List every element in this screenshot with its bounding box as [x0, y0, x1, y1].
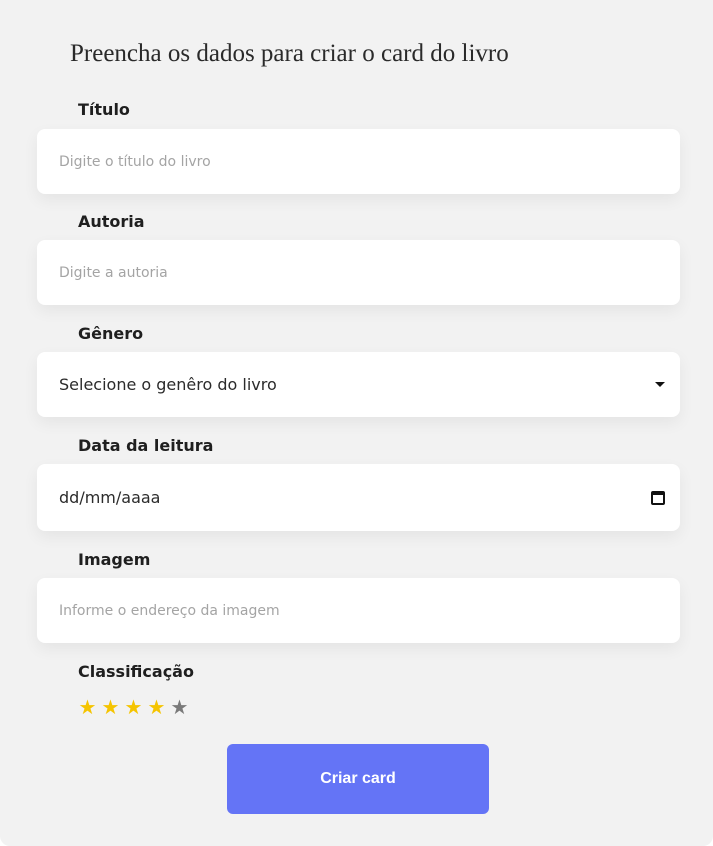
titulo-placeholder: Digite o título do livro	[59, 153, 211, 170]
calendar-icon[interactable]	[651, 490, 665, 505]
genero-select[interactable]: Selecione o genêro do livro	[37, 352, 680, 417]
imagem-placeholder: Informe o endereço da imagem	[59, 602, 280, 619]
autoria-label: Autoria	[78, 212, 145, 231]
book-form-panel: Preencha os dados para criar o card do l…	[0, 0, 713, 846]
rating-stars[interactable]: ★ ★ ★ ★ ★	[78, 694, 189, 720]
data-leitura-value: dd/mm/aaaa	[59, 488, 161, 507]
chevron-down-icon[interactable]	[655, 382, 665, 387]
star-icon-2[interactable]: ★	[101, 694, 120, 720]
classificacao-label: Classificação	[78, 662, 194, 681]
titulo-input[interactable]: Digite o título do livro	[37, 129, 680, 194]
star-icon-5[interactable]: ★	[170, 694, 189, 720]
autoria-input[interactable]: Digite a autoria	[37, 240, 680, 305]
criar-card-button[interactable]: Criar card	[227, 744, 489, 814]
form-title: Preencha os dados para criar o card do l…	[70, 40, 509, 67]
star-icon-4[interactable]: ★	[147, 694, 166, 720]
titulo-label: Título	[78, 100, 130, 119]
star-icon-1[interactable]: ★	[78, 694, 97, 720]
imagem-label: Imagem	[78, 550, 151, 569]
imagem-input[interactable]: Informe o endereço da imagem	[37, 578, 680, 643]
genero-label: Gênero	[78, 324, 144, 343]
star-icon-3[interactable]: ★	[124, 694, 143, 720]
autoria-placeholder: Digite a autoria	[59, 264, 168, 281]
data-leitura-label: Data da leitura	[78, 436, 214, 455]
data-leitura-input[interactable]: dd/mm/aaaa	[37, 464, 680, 531]
genero-selected-value: Selecione o genêro do livro	[59, 375, 277, 394]
